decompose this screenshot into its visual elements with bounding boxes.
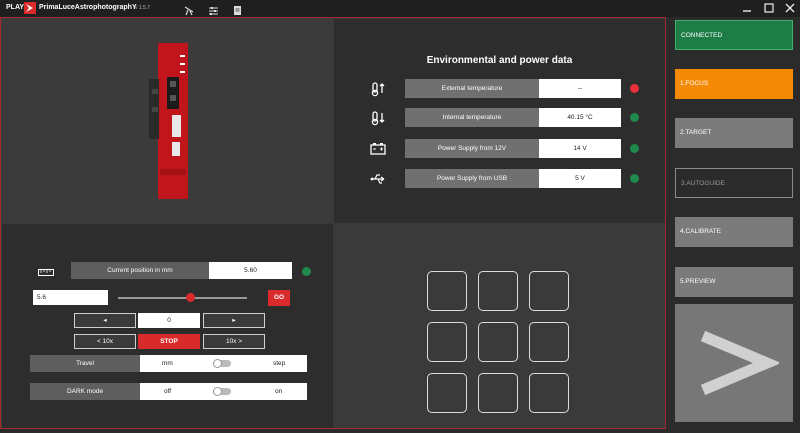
env-label: External temperature — [405, 79, 539, 98]
device-image-panel — [2, 19, 333, 223]
position-status-indicator — [302, 267, 311, 276]
grid-slot[interactable] — [529, 271, 569, 311]
env-row-external-temperature: External temperature -- — [364, 79, 654, 98]
grid-slot[interactable] — [529, 373, 569, 413]
brand-logo-icon — [24, 2, 36, 14]
step-left-button[interactable]: ◂ — [74, 313, 136, 328]
step-focus-button[interactable]: 1.FOCUS — [675, 69, 793, 99]
env-row-power-usb: Power Supply from USB 5 V — [364, 169, 654, 188]
dark-mode-on-option[interactable]: on — [275, 384, 282, 399]
go-button[interactable]: GO — [268, 290, 290, 306]
grid-slot[interactable] — [427, 373, 467, 413]
env-value: 14 V — [539, 139, 621, 158]
env-label: Internal temperature — [405, 108, 539, 127]
env-label: Power Supply from 12V — [405, 139, 539, 158]
play-label: PLAY — [6, 4, 25, 11]
focuser-control-panel: Current position in mm 5.60 5.6 GO ◂ 0 ▸… — [2, 224, 333, 428]
status-indicator-green — [630, 174, 639, 183]
env-value: 5 V — [539, 169, 621, 188]
grid-slot[interactable] — [427, 322, 467, 362]
battery-icon — [370, 141, 386, 157]
current-position-label: Current position in mm — [71, 262, 209, 279]
title-bar: PLAY PrimaLuceAstrophotographY v 1.5.7 — [0, 0, 800, 17]
travel-toggle-row: mm step — [140, 355, 307, 372]
status-indicator-green — [630, 144, 639, 153]
current-position-value: 5.60 — [209, 262, 292, 279]
usb-icon — [370, 171, 386, 187]
thermometer-up-icon — [370, 81, 386, 97]
grid-slot[interactable] — [478, 373, 518, 413]
step-right-button[interactable]: ▸ — [203, 313, 265, 328]
grid-slot[interactable] — [529, 322, 569, 362]
target-position-input[interactable]: 5.6 — [33, 290, 108, 305]
travel-label: Travel — [30, 355, 140, 372]
slot-grid — [427, 271, 572, 416]
stop-button[interactable]: STOP — [138, 334, 200, 349]
close-button[interactable] — [783, 2, 797, 15]
thermometer-down-icon — [370, 110, 386, 126]
position-slider-thumb[interactable] — [185, 293, 195, 302]
status-indicator-green — [630, 113, 639, 122]
connected-button[interactable]: CONNECTED — [675, 20, 793, 50]
position-slider-track[interactable] — [118, 297, 247, 299]
focuser-device-image — [149, 43, 188, 199]
grid-slot[interactable] — [478, 271, 518, 311]
grid-slot[interactable] — [427, 271, 467, 311]
dark-mode-toggle-row: off on — [140, 383, 307, 400]
step-calibrate-button[interactable]: 4.CALIBRATE — [675, 217, 793, 247]
move-plus10-button[interactable]: 10x > — [203, 334, 265, 349]
workflow-sidebar: CONNECTED 1.FOCUS 2.TARGET 3.AUTOGUIDE 4… — [671, 17, 800, 429]
status-indicator-red — [630, 84, 639, 93]
main-frame: Environmental and power data External te… — [0, 17, 666, 429]
environment-title: Environmental and power data — [426, 55, 573, 66]
brand-name: PrimaLuceAstrophotographY — [39, 4, 137, 11]
ruler-icon — [38, 264, 54, 276]
step-target-button[interactable]: 2.TARGET — [675, 118, 793, 148]
travel-step-option[interactable]: step — [273, 356, 285, 371]
step-autoguide-button[interactable]: 3.AUTOGUIDE — [675, 168, 793, 198]
minimize-button[interactable] — [740, 2, 754, 15]
env-value: 40.15 °C — [539, 108, 621, 127]
dark-mode-toggle-knob[interactable] — [213, 387, 222, 396]
version-label: v 1.5.7 — [135, 5, 151, 11]
step-size-input[interactable]: 0 — [138, 313, 200, 328]
environment-panel: Environmental and power data External te… — [334, 19, 665, 223]
env-label: Power Supply from USB — [405, 169, 539, 188]
chevron-right-icon — [700, 330, 779, 396]
step-preview-button[interactable]: 5.PREVIEW — [675, 267, 793, 297]
telescope-icon[interactable] — [184, 3, 195, 16]
next-step-button[interactable] — [675, 304, 793, 422]
env-row-power-12v: Power Supply from 12V 14 V — [364, 139, 654, 158]
move-minus10-button[interactable]: < 10x — [74, 334, 136, 349]
env-row-internal-temperature: Internal temperature 40.15 °C — [364, 108, 654, 127]
dark-mode-off-option[interactable]: off — [164, 384, 171, 399]
settings-sliders-icon[interactable] — [208, 3, 219, 15]
slot-grid-panel — [334, 224, 665, 428]
manual-book-icon[interactable] — [232, 3, 243, 15]
grid-slot[interactable] — [478, 322, 518, 362]
dark-mode-label: DARK mode — [30, 383, 140, 400]
maximize-button[interactable] — [762, 2, 776, 15]
travel-toggle-knob[interactable] — [213, 359, 222, 368]
env-value: -- — [539, 79, 621, 98]
travel-mm-option[interactable]: mm — [162, 356, 173, 371]
